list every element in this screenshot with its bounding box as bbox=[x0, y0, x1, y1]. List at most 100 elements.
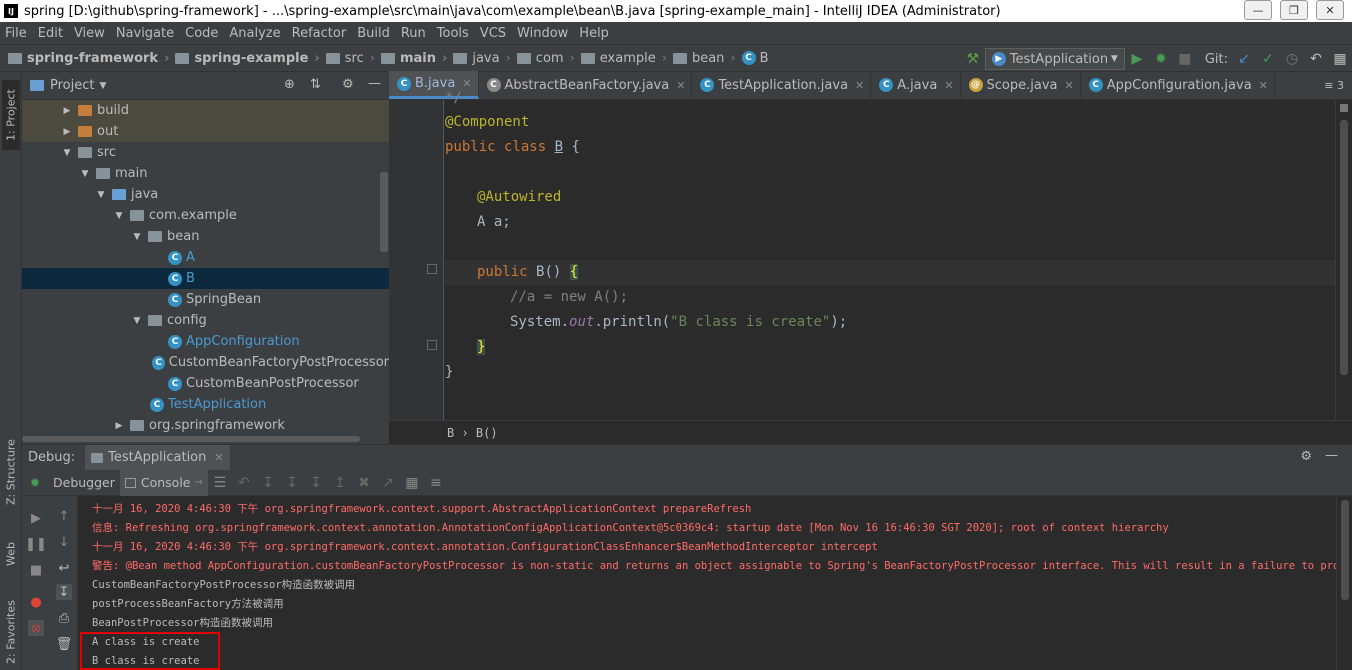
console-output[interactable]: 十一月 16, 2020 4:46:30 下午 org.springframew… bbox=[78, 496, 1336, 670]
crumb-java[interactable]: java › bbox=[453, 51, 511, 66]
scrollbar-thumb[interactable] bbox=[1340, 120, 1348, 375]
fold-marker-icon[interactable] bbox=[427, 340, 437, 350]
menu-code[interactable]: Code bbox=[185, 26, 218, 41]
tree-item-com-example[interactable]: ▼ com.example bbox=[22, 205, 389, 226]
project-panel-title[interactable]: Project bbox=[50, 78, 94, 93]
chevron-right-icon[interactable]: ▶ bbox=[62, 127, 72, 137]
tree-item-springbean[interactable]: C SpringBean bbox=[22, 289, 389, 310]
crumb-bean[interactable]: bean › bbox=[672, 51, 736, 66]
chevron-down-icon[interactable]: ▼ bbox=[132, 316, 142, 326]
run-to-cursor-icon[interactable]: ↗ bbox=[380, 475, 396, 491]
tool-tab-web[interactable]: Web bbox=[2, 534, 20, 574]
close-icon[interactable]: ✕ bbox=[214, 451, 223, 464]
close-icon[interactable]: ✕ bbox=[944, 79, 953, 92]
menu-help[interactable]: Help bbox=[579, 26, 609, 41]
tab-a-java[interactable]: C A.java ✕ bbox=[871, 71, 961, 99]
menu-refactor[interactable]: Refactor bbox=[292, 26, 347, 41]
crumb-module[interactable]: spring-example › bbox=[175, 51, 320, 66]
collapse-all-icon[interactable]: ⇅ bbox=[310, 77, 321, 92]
menu-file[interactable]: File bbox=[5, 26, 27, 41]
layout-icon[interactable]: ☰ bbox=[212, 475, 228, 491]
restore-icon[interactable]: ❐ bbox=[1280, 0, 1308, 20]
tree-item-src[interactable]: ▼ src bbox=[22, 142, 389, 163]
tree-item-bean[interactable]: ▼ bean bbox=[22, 226, 389, 247]
tool-tab-project[interactable]: 1: Project bbox=[2, 80, 20, 150]
horizontal-scrollbar[interactable] bbox=[22, 436, 360, 442]
tabs-overflow-button[interactable]: ≡ 3 bbox=[1324, 71, 1352, 99]
tree-item-config[interactable]: ▼ config bbox=[22, 310, 389, 331]
crumb-com[interactable]: com › bbox=[516, 51, 575, 66]
menu-window[interactable]: Window bbox=[517, 26, 568, 41]
step-into-icon[interactable]: ↧ bbox=[284, 475, 300, 491]
menu-run[interactable]: Run bbox=[401, 26, 426, 41]
tab-appconfiguration[interactable]: C AppConfiguration.java ✕ bbox=[1081, 71, 1275, 99]
tool-tab-favorites[interactable]: 2: Favorites bbox=[2, 594, 20, 670]
git-rollback-icon[interactable]: ↶ bbox=[1308, 51, 1324, 67]
close-icon[interactable]: ✕ bbox=[1259, 79, 1268, 92]
trash-icon[interactable]: 🗑 bbox=[56, 636, 73, 652]
tree-item-custombeanpostprocessor[interactable]: C CustomBeanPostProcessor bbox=[22, 373, 389, 394]
evaluate-expression-icon[interactable]: ▦ bbox=[404, 475, 420, 491]
menu-tools[interactable]: Tools bbox=[437, 26, 469, 41]
tool-tab-structure[interactable]: Z: Structure bbox=[2, 432, 20, 512]
crumb-main[interactable]: main › bbox=[380, 51, 447, 66]
git-history-icon[interactable]: ◷ bbox=[1284, 51, 1300, 67]
hide-panel-icon[interactable]: — bbox=[1325, 448, 1338, 463]
build-hammer-icon[interactable]: ⚒ bbox=[965, 51, 981, 67]
menu-view[interactable]: View bbox=[74, 26, 105, 41]
arrow-down-icon[interactable]: ↓ bbox=[56, 534, 72, 550]
menu-analyze[interactable]: Analyze bbox=[229, 26, 280, 41]
project-structure-icon[interactable]: ▦ bbox=[1332, 51, 1348, 67]
stop-icon[interactable]: ■ bbox=[28, 562, 44, 578]
debug-bug-icon[interactable]: ✹ bbox=[1153, 51, 1169, 67]
tree-item-org-springframework[interactable]: ▶ org.springframework bbox=[22, 415, 389, 436]
chevron-down-icon[interactable]: ▼ bbox=[114, 211, 124, 221]
chevron-down-icon[interactable]: ▼ bbox=[99, 81, 106, 91]
tree-item-java[interactable]: ▼ java bbox=[22, 184, 389, 205]
step-over-icon[interactable]: ↧ bbox=[260, 475, 276, 491]
inspection-status-icon[interactable] bbox=[1340, 104, 1348, 112]
close-icon[interactable]: ✕ bbox=[676, 79, 685, 92]
debug-session-tab[interactable]: TestApplication ✕ bbox=[85, 444, 230, 471]
gear-icon[interactable]: ⚙ bbox=[1300, 449, 1312, 464]
step-out-icon[interactable]: ↥ bbox=[332, 475, 348, 491]
tree-item-testapplication[interactable]: C TestApplication bbox=[22, 394, 389, 415]
tree-item-custombeanfactorypostprocessor[interactable]: C CustomBeanFactoryPostProcessor bbox=[22, 352, 389, 373]
tab-abstractbeanfactory[interactable]: C AbstractBeanFactory.java ✕ bbox=[479, 71, 693, 99]
view-breakpoints-icon[interactable]: ● bbox=[28, 594, 44, 610]
tab-scope-java[interactable]: @ Scope.java ✕ bbox=[961, 71, 1081, 99]
close-icon[interactable]: ✕ bbox=[1065, 79, 1074, 92]
tree-item-class-a[interactable]: CA bbox=[22, 247, 389, 268]
tab-debugger[interactable]: Debugger bbox=[48, 470, 120, 496]
tree-item-build[interactable]: ▶ build bbox=[22, 100, 389, 121]
pause-icon[interactable]: ❚❚ bbox=[25, 536, 47, 552]
drop-frame-icon[interactable]: ✖ bbox=[356, 475, 372, 491]
git-update-icon[interactable]: ↙ bbox=[1236, 51, 1252, 67]
crumb-src[interactable]: src › bbox=[325, 51, 375, 66]
fold-marker-icon[interactable] bbox=[427, 264, 437, 274]
vertical-scrollbar[interactable] bbox=[380, 172, 388, 252]
force-step-into-icon[interactable]: ↧ bbox=[308, 475, 324, 491]
resume-bug-icon[interactable]: ✹ bbox=[22, 470, 48, 496]
mute-breakpoints-icon[interactable]: ⦻ bbox=[28, 620, 44, 636]
code-breadcrumb[interactable]: B › B() bbox=[389, 420, 1352, 444]
menu-edit[interactable]: Edit bbox=[38, 26, 63, 41]
chevron-right-icon[interactable]: ▶ bbox=[114, 421, 124, 431]
console-scrollbar[interactable] bbox=[1336, 496, 1352, 670]
crumb-class-b[interactable]: CB bbox=[741, 51, 769, 66]
hide-panel-icon[interactable]: — bbox=[368, 76, 381, 91]
run-icon[interactable]: ▶ bbox=[1129, 51, 1145, 67]
tree-item-main[interactable]: ▼ main bbox=[22, 163, 389, 184]
close-icon[interactable]: ✕ bbox=[855, 79, 864, 92]
chevron-down-icon[interactable]: ▼ bbox=[80, 169, 90, 179]
chevron-right-icon[interactable]: ▶ bbox=[62, 106, 72, 116]
editor-scrollbar[interactable] bbox=[1335, 100, 1352, 420]
close-icon[interactable]: ✕ bbox=[462, 77, 471, 90]
crumb-project[interactable]: spring-framework › bbox=[8, 51, 169, 66]
tree-item-class-b[interactable]: CB bbox=[22, 268, 389, 289]
rerun-icon[interactable]: ▶ bbox=[28, 510, 44, 526]
soft-wrap-icon[interactable]: ↩ bbox=[56, 560, 72, 576]
crumb-example[interactable]: example › bbox=[580, 51, 667, 66]
tree-item-appconfiguration[interactable]: C AppConfiguration bbox=[22, 331, 389, 352]
scrollbar-thumb[interactable] bbox=[1341, 500, 1349, 600]
